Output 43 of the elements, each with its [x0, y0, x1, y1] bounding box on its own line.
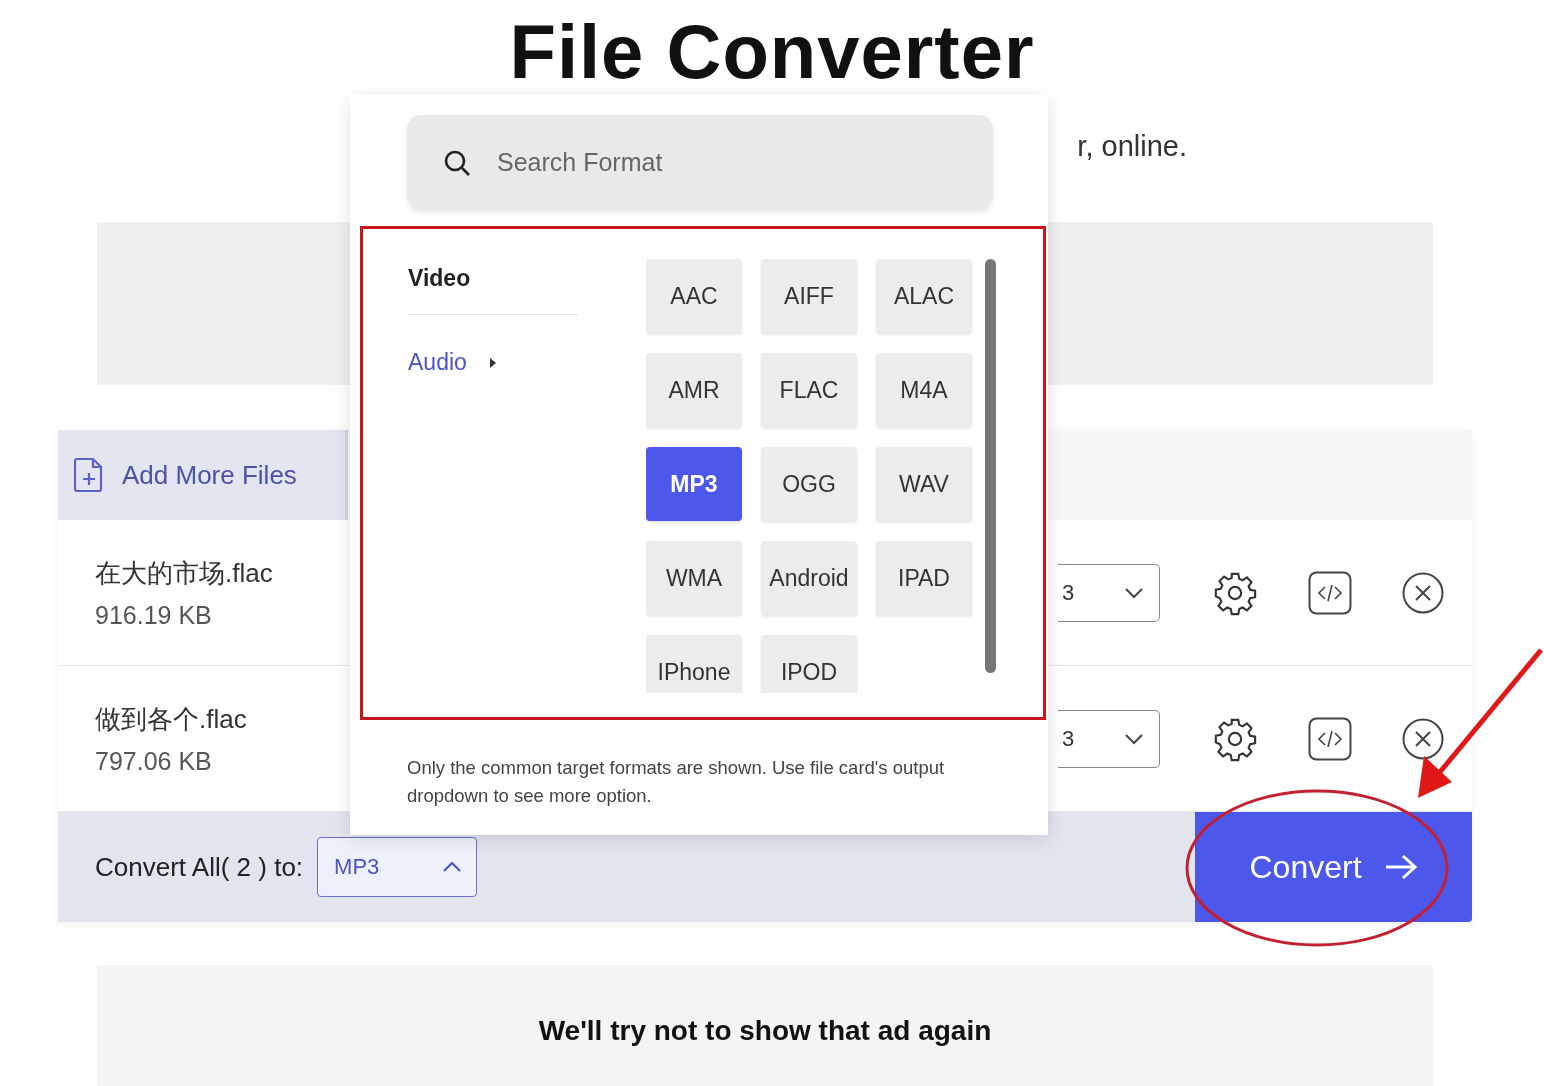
search-icon — [443, 149, 471, 177]
format-option[interactable]: WAV — [876, 447, 972, 521]
category-item[interactable]: Video — [408, 263, 589, 294]
file-size: 797.06 KB — [95, 746, 212, 776]
format-dropdown[interactable]: 3 — [1058, 709, 1160, 768]
format-option[interactable]: ALAC — [876, 259, 972, 333]
search-field[interactable]: Search Format — [407, 115, 993, 210]
file-name: 在大的市场.flac — [95, 556, 273, 590]
page-title: File Converter — [508, 8, 1036, 95]
format-option[interactable]: FLAC — [761, 353, 857, 427]
chevron-down-icon — [1123, 731, 1145, 746]
caret-right-icon — [488, 355, 497, 370]
arrow-right-icon — [1383, 853, 1418, 881]
convert-all-label: Convert All( 2 ) to: — [95, 851, 304, 883]
format-option[interactable]: MP3 — [646, 447, 742, 521]
chevron-up-icon — [442, 861, 463, 873]
convert-button[interactable]: Convert — [1195, 812, 1472, 922]
format-option[interactable]: WMA — [646, 541, 742, 615]
file-plus-icon — [74, 457, 104, 493]
format-option[interactable]: IPhone — [646, 635, 742, 693]
file-size: 916.19 KB — [95, 600, 212, 630]
format-option[interactable]: AMR — [646, 353, 742, 427]
format-dropdown[interactable]: MP3 — [317, 837, 478, 897]
format-option[interactable]: IPOD — [761, 635, 857, 693]
format-dropdown[interactable]: 3 — [1058, 563, 1160, 622]
format-option[interactable]: OGG — [761, 447, 857, 521]
ad-notice: We'll try not to show that ad again — [538, 1014, 992, 1047]
format-note: Only the common target formats are shown. Use file card's output dropdown to see more option. — [407, 756, 946, 808]
format-option[interactable]: IPAD — [876, 541, 972, 615]
file-name: 做到各个.flac — [95, 702, 247, 736]
scrollbar[interactable] — [985, 259, 996, 673]
close-icon[interactable] — [1402, 717, 1444, 760]
code-icon[interactable] — [1308, 570, 1352, 615]
format-option[interactable]: M4A — [876, 353, 972, 427]
code-icon[interactable] — [1308, 716, 1352, 761]
format-option[interactable]: AAC — [646, 259, 742, 333]
subtitle-text: r, online. — [1077, 130, 1187, 164]
format-option[interactable]: Android — [761, 541, 857, 615]
close-icon[interactable] — [1402, 571, 1444, 614]
add-files-tab[interactable]: Add More Files — [58, 430, 348, 520]
category-item[interactable]: Audio — [408, 347, 589, 378]
format-option[interactable]: AIFF — [761, 259, 857, 333]
chevron-down-icon — [1123, 585, 1145, 600]
